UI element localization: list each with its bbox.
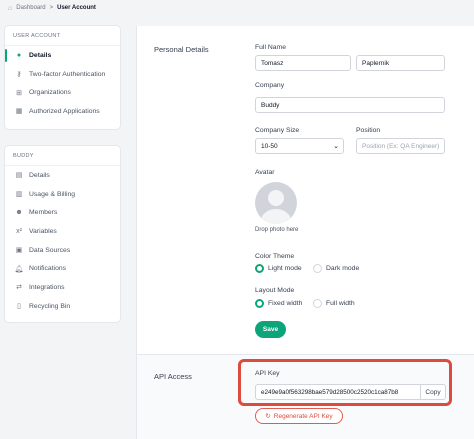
regenerate-api-key-button[interactable]: ↻ Regenerate API Key [255, 408, 343, 424]
breadcrumb: ⌂ Dashboard > User Account [8, 3, 96, 13]
avatar-body-shape [261, 209, 291, 224]
database-icon: ▣ [15, 247, 23, 255]
sidebar-item-authorized-apps[interactable]: ▦ Authorized Applications [5, 102, 120, 121]
company-input[interactable]: Buddy [255, 97, 445, 113]
sidebar-item-label: Notifications [29, 265, 67, 273]
user-icon: ● [16, 51, 22, 59]
sidebar-item-variables[interactable]: x² Variables [5, 222, 120, 241]
sidebar-item-data-sources[interactable]: ▣ Data Sources [5, 241, 120, 260]
sidebar-item-two-factor[interactable]: ⚷ Two-factor Authentication [5, 65, 120, 84]
radio-checked-icon [255, 299, 264, 308]
sidebar-item-label: Recycling Bin [29, 302, 71, 310]
radio-unchecked-icon [313, 264, 322, 273]
chevron-down-icon: ⌄ [333, 143, 339, 150]
trash-icon: ▯ [17, 303, 21, 311]
breadcrumb-dashboard[interactable]: Dashboard [16, 5, 45, 11]
main-content: Personal Details Full Name Tomasz Papler… [136, 26, 474, 439]
sidebar-item-label: Usage & Billing [29, 190, 76, 198]
chart-icon: ▥ [15, 191, 23, 199]
breadcrumb-separator-icon: > [49, 5, 54, 11]
fixed-width-label: Fixed width [268, 300, 303, 307]
sidebar-item-integrations[interactable]: ⇄ Integrations [5, 278, 120, 297]
document-icon: ▤ [15, 172, 23, 180]
bell-icon: 🔔︎ [14, 265, 24, 273]
drop-photo-hint: Drop photo here [255, 227, 299, 233]
radio-checked-icon [255, 264, 264, 273]
personal-details-title: Personal Details [154, 45, 209, 54]
user-account-panel: USER ACCOUNT ● Details ⚷ Two-factor Auth… [5, 26, 120, 129]
save-button[interactable]: Save [255, 321, 286, 338]
sidebar-item-members[interactable]: ☻ Members [5, 203, 120, 222]
refresh-icon: ↻ [265, 413, 271, 420]
section-divider [137, 354, 474, 355]
key-icon: ⚷ [16, 71, 22, 79]
first-name-input[interactable]: Tomasz [255, 55, 351, 71]
avatar[interactable] [255, 182, 297, 224]
api-access-title: API Access [154, 372, 192, 381]
sidebar-item-label: Details [29, 171, 50, 179]
last-name-input[interactable]: Paplernik [356, 55, 445, 71]
sidebar-item-label: Details [29, 51, 52, 59]
sidebar-item-label: Members [29, 209, 58, 217]
full-width-radio[interactable]: Full width [313, 299, 355, 308]
avatar-label: Avatar [255, 169, 275, 176]
light-mode-label: Light mode [268, 265, 302, 272]
sidebar-item-details[interactable]: ● Details [5, 46, 120, 65]
sidebar-item-label: Authorized Applications [29, 107, 100, 115]
full-width-label: Full width [326, 300, 355, 307]
sidebar-item-label: Integrations [29, 283, 65, 291]
regenerate-label: Regenerate API Key [273, 412, 333, 420]
sidebar-item-buddy-details[interactable]: ▤ Details [5, 166, 120, 185]
company-label: Company [255, 82, 285, 89]
company-size-label: Company Size [255, 127, 300, 134]
sidebar-item-notifications[interactable]: 🔔︎ Notifications [5, 259, 120, 278]
home-icon[interactable]: ⌂ [8, 5, 12, 12]
avatar-head-shape [268, 190, 284, 206]
sidebar-item-organizations[interactable]: ⊞ Organizations [5, 83, 120, 102]
user-account-header: USER ACCOUNT [5, 26, 120, 46]
organization-icon: ⊞ [16, 89, 22, 97]
dark-mode-label: Dark mode [326, 265, 360, 272]
buddy-panel: BUDDY ▤ Details ▥ Usage & Billing ☻ Memb… [5, 146, 120, 322]
sidebar-item-usage-billing[interactable]: ▥ Usage & Billing [5, 185, 120, 204]
sidebar-item-label: Organizations [29, 89, 71, 97]
radio-unchecked-icon [313, 299, 322, 308]
api-key-label: API Key [255, 370, 280, 377]
layout-mode-label: Layout Mode [255, 287, 295, 294]
sidebar-item-label: Variables [29, 227, 57, 235]
position-label: Position [356, 127, 381, 134]
api-key-field[interactable]: e249e9a0f563298bae579d28500c2520c1ca87b8 [255, 384, 421, 400]
full-name-label: Full Name [255, 44, 286, 51]
fixed-width-radio[interactable]: Fixed width [255, 299, 302, 308]
buddy-header: BUDDY [5, 146, 120, 166]
dark-mode-radio[interactable]: Dark mode [313, 264, 359, 273]
breadcrumb-current: User Account [57, 5, 96, 11]
color-theme-label: Color Theme [255, 253, 295, 260]
copy-button[interactable]: Copy [420, 384, 446, 400]
position-input[interactable]: Position (Ex: QA Engineer) [356, 138, 445, 154]
light-mode-radio[interactable]: Light mode [255, 264, 302, 273]
members-icon: ☻ [15, 209, 23, 217]
sidebar-item-label: Data Sources [29, 246, 71, 254]
apps-icon: ▦ [15, 108, 23, 116]
sidebar-item-label: Two-factor Authentication [29, 70, 106, 78]
integrations-icon: ⇄ [16, 284, 22, 292]
sidebar-item-recycling-bin[interactable]: ▯ Recycling Bin [5, 297, 120, 316]
company-size-select[interactable]: 10-50 ⌄ [255, 138, 344, 154]
variable-icon: x² [16, 227, 22, 235]
company-size-value: 10-50 [261, 142, 278, 150]
